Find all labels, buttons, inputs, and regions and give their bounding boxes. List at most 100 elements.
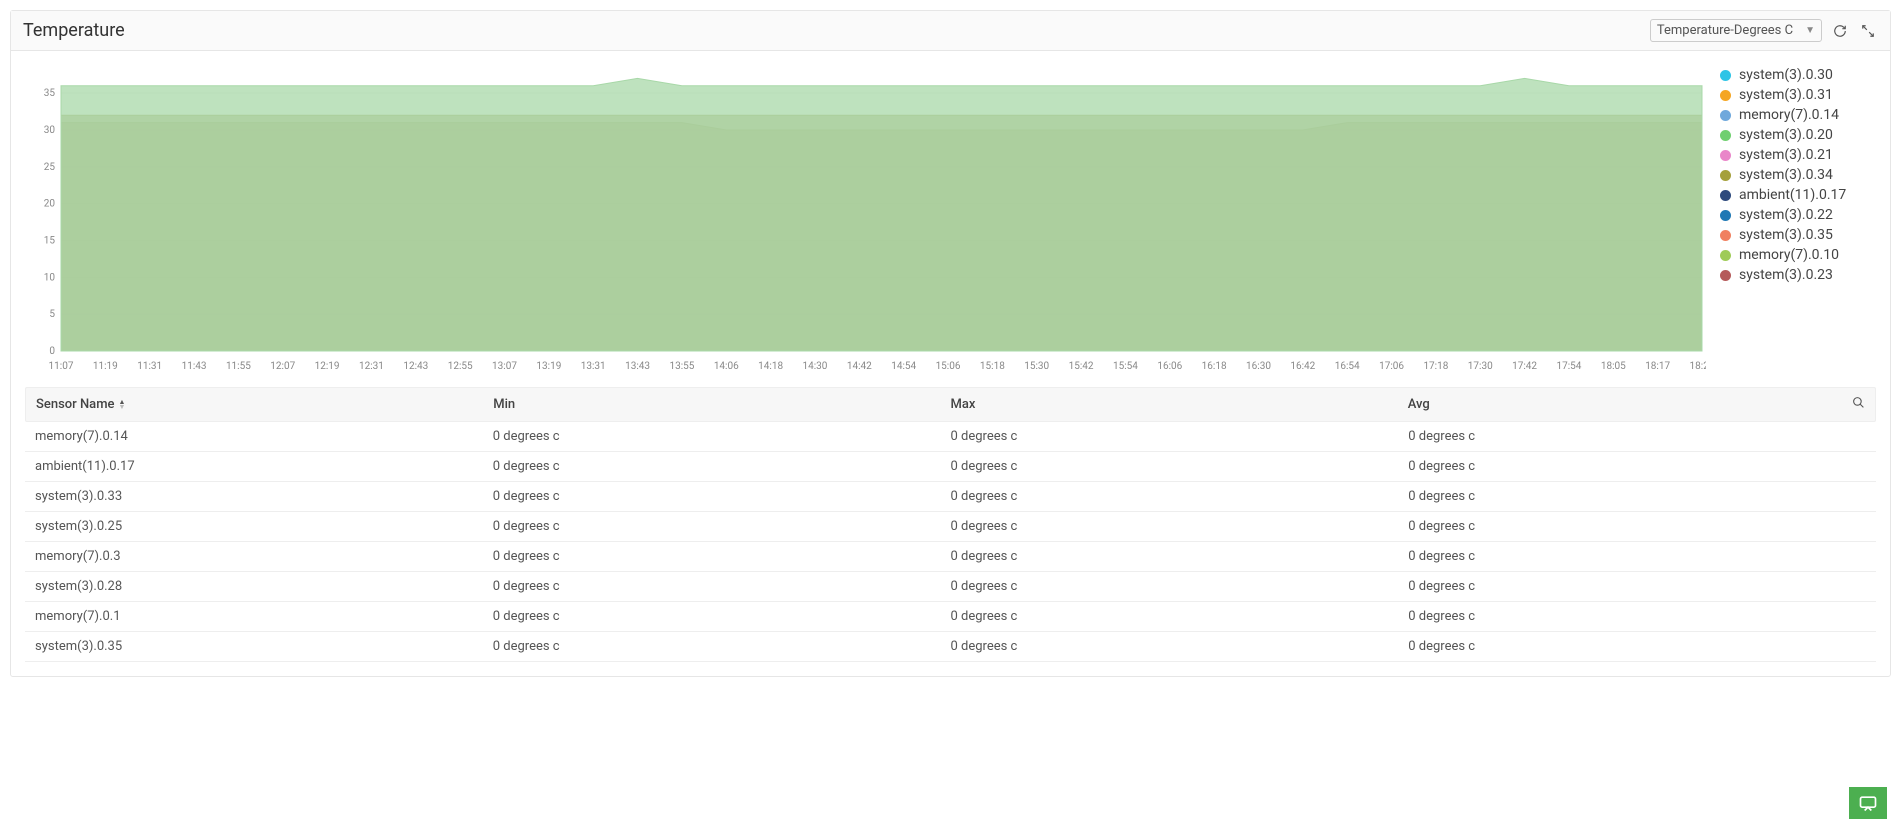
cell-min: 0 degrees c <box>493 519 951 534</box>
svg-text:15:54: 15:54 <box>1113 361 1138 372</box>
svg-text:13:31: 13:31 <box>581 361 606 372</box>
cell-max: 0 degrees c <box>951 609 1409 624</box>
cell-min: 0 degrees c <box>493 639 951 654</box>
cell-name: system(3).0.28 <box>35 579 493 594</box>
legend-item[interactable]: system(3).0.22 <box>1720 205 1876 225</box>
svg-text:12:55: 12:55 <box>448 361 473 372</box>
legend-label: system(3).0.31 <box>1739 87 1833 103</box>
svg-text:15:06: 15:06 <box>936 361 961 372</box>
refresh-icon[interactable] <box>1830 21 1850 41</box>
legend[interactable]: system(3).0.30 system(3).0.31 memory(7).0.… <box>1706 65 1876 325</box>
cell-max: 0 degrees c <box>951 579 1409 594</box>
svg-text:15:42: 15:42 <box>1069 361 1094 372</box>
col-avg[interactable]: Avg <box>1408 397 1810 412</box>
legend-item[interactable]: ambient(11).0.17 <box>1720 185 1876 205</box>
legend-dot-icon <box>1720 170 1731 181</box>
legend-item[interactable]: memory(7).0.14 <box>1720 105 1876 125</box>
svg-text:15: 15 <box>44 235 56 246</box>
svg-text:5: 5 <box>49 309 55 320</box>
cell-min: 0 degrees c <box>493 459 951 474</box>
legend-item[interactable]: system(3).0.35 <box>1720 225 1876 245</box>
legend-dot-icon <box>1720 190 1731 201</box>
table-row[interactable]: memory(7).0.140 degrees c0 degrees c0 de… <box>25 422 1876 452</box>
legend-dot-icon <box>1720 230 1731 241</box>
panel-header: Temperature Temperature-Degrees C ▼ <box>11 11 1890 51</box>
table-search-icon[interactable] <box>1810 396 1865 413</box>
svg-text:15:30: 15:30 <box>1024 361 1049 372</box>
legend-label: memory(7).0.14 <box>1739 107 1839 123</box>
cell-name: system(3).0.25 <box>35 519 493 534</box>
legend-item[interactable]: system(3).0.21 <box>1720 145 1876 165</box>
cell-max: 0 degrees c <box>951 459 1409 474</box>
svg-text:12:43: 12:43 <box>403 361 428 372</box>
svg-text:13:55: 13:55 <box>669 361 694 372</box>
table-body: memory(7).0.140 degrees c0 degrees c0 de… <box>25 422 1876 662</box>
svg-text:11:55: 11:55 <box>226 361 251 372</box>
legend-dot-icon <box>1720 250 1731 261</box>
cell-name: memory(7).0.14 <box>35 429 493 444</box>
svg-text:14:06: 14:06 <box>714 361 739 372</box>
svg-text:17:06: 17:06 <box>1379 361 1404 372</box>
legend-label: system(3).0.35 <box>1739 227 1833 243</box>
table-row[interactable]: memory(7).0.30 degrees c0 degrees c0 deg… <box>25 542 1876 572</box>
cell-avg: 0 degrees c <box>1408 609 1866 624</box>
cell-avg: 0 degrees c <box>1408 429 1866 444</box>
table-row[interactable]: memory(7).0.10 degrees c0 degrees c0 deg… <box>25 602 1876 632</box>
legend-dot-icon <box>1720 130 1731 141</box>
cell-max: 0 degrees c <box>951 549 1409 564</box>
legend-label: system(3).0.34 <box>1739 167 1833 183</box>
area-chart: 0510152025303511:0711:1911:3111:4311:551… <box>25 65 1706 375</box>
table-row[interactable]: system(3).0.330 degrees c0 degrees c0 de… <box>25 482 1876 512</box>
temperature-panel: Temperature Temperature-Degrees C ▼ 0 5 10… <box>10 10 1891 677</box>
panel-controls: Temperature-Degrees C ▼ <box>1650 19 1878 42</box>
chart-area[interactable]: 0510152025303511:0711:1911:3111:4311:551… <box>25 65 1706 379</box>
legend-item[interactable]: system(3).0.31 <box>1720 85 1876 105</box>
legend-dot-icon <box>1720 90 1731 101</box>
legend-dot-icon <box>1720 110 1731 121</box>
legend-label: system(3).0.30 <box>1739 67 1833 83</box>
chevron-down-icon: ▼ <box>1805 25 1815 36</box>
svg-text:14:30: 14:30 <box>803 361 828 372</box>
cell-avg: 0 degrees c <box>1408 519 1866 534</box>
svg-text:17:30: 17:30 <box>1468 361 1493 372</box>
metric-dropdown[interactable]: Temperature-Degrees C ▼ <box>1650 19 1822 42</box>
legend-item[interactable]: system(3).0.20 <box>1720 125 1876 145</box>
cell-min: 0 degrees c <box>493 429 951 444</box>
svg-text:11:31: 11:31 <box>137 361 162 372</box>
col-max[interactable]: Max <box>951 397 1408 412</box>
svg-text:10: 10 <box>44 272 56 283</box>
svg-text:12:19: 12:19 <box>315 361 340 372</box>
legend-item[interactable]: memory(7).0.10 <box>1720 245 1876 265</box>
cell-name: memory(7).0.3 <box>35 549 493 564</box>
chat-fab[interactable] <box>1849 787 1887 819</box>
cell-name: system(3).0.33 <box>35 489 493 504</box>
expand-icon[interactable] <box>1858 21 1878 41</box>
svg-text:20: 20 <box>44 199 56 210</box>
cell-min: 0 degrees c <box>493 549 951 564</box>
dropdown-label: Temperature-Degrees C <box>1657 23 1793 38</box>
svg-text:16:42: 16:42 <box>1290 361 1315 372</box>
page-scrollbar[interactable] <box>1891 40 1901 787</box>
svg-text:16:18: 16:18 <box>1202 361 1227 372</box>
legend-item[interactable]: system(3).0.30 <box>1720 65 1876 85</box>
cell-avg: 0 degrees c <box>1408 579 1866 594</box>
svg-text:17:54: 17:54 <box>1556 361 1581 372</box>
legend-dot-icon <box>1720 70 1731 81</box>
col-min[interactable]: Min <box>493 397 950 412</box>
svg-text:0: 0 <box>49 346 55 357</box>
table-row[interactable]: system(3).0.250 degrees c0 degrees c0 de… <box>25 512 1876 542</box>
svg-text:11:43: 11:43 <box>182 361 207 372</box>
cell-avg: 0 degrees c <box>1408 639 1866 654</box>
table-row[interactable]: system(3).0.350 degrees c0 degrees c0 de… <box>25 632 1876 662</box>
legend-dot-icon <box>1720 210 1731 221</box>
table-row[interactable]: ambient(11).0.170 degrees c0 degrees c0 … <box>25 452 1876 482</box>
col-sensor-name[interactable]: Sensor Name ▲▼ <box>36 397 493 412</box>
svg-text:13:19: 13:19 <box>536 361 561 372</box>
legend-dot-icon <box>1720 270 1731 281</box>
legend-label: system(3).0.23 <box>1739 267 1833 283</box>
legend-item[interactable]: system(3).0.23 <box>1720 265 1876 285</box>
legend-label: system(3).0.21 <box>1739 147 1833 163</box>
chart-row: 0510152025303511:0711:1911:3111:4311:551… <box>11 51 1890 387</box>
table-row[interactable]: system(3).0.280 degrees c0 degrees c0 de… <box>25 572 1876 602</box>
legend-item[interactable]: system(3).0.34 <box>1720 165 1876 185</box>
